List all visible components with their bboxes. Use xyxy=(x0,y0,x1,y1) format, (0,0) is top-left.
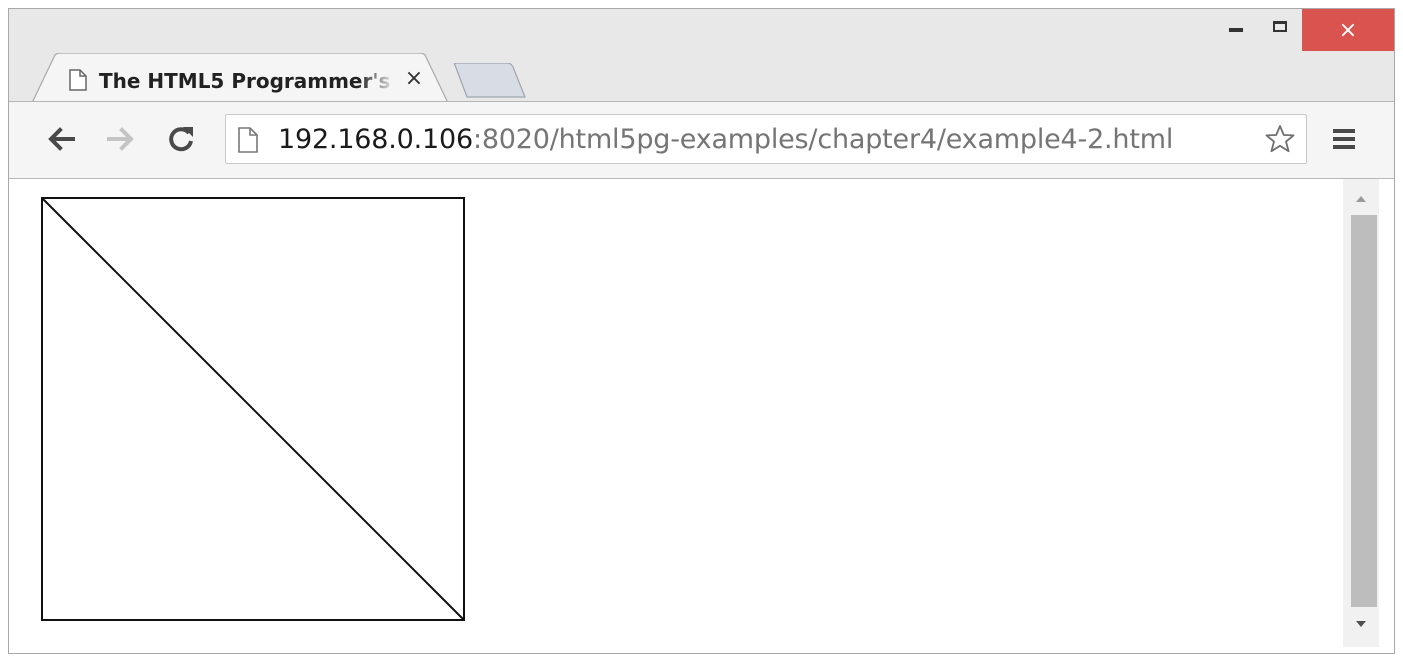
title-bar: The HTML5 Programmer's Guide × × xyxy=(9,9,1394,105)
new-tab-button[interactable] xyxy=(449,62,527,104)
forward-button[interactable] xyxy=(103,122,139,156)
url-text[interactable]: 192.168.0.106:8020/html5pg-examples/chap… xyxy=(278,125,1173,155)
back-arrow-icon xyxy=(48,127,75,151)
browser-tab[interactable]: The HTML5 Programmer's Guide × xyxy=(31,53,449,105)
toolbar: 192.168.0.106:8020/html5pg-examples/chap… xyxy=(9,101,1394,179)
hamburger-menu-icon[interactable] xyxy=(1331,126,1357,157)
page-icon xyxy=(238,127,258,158)
browser-window: The HTML5 Programmer's Guide × × xyxy=(8,8,1395,654)
close-icon: × xyxy=(1338,17,1358,43)
maximize-icon xyxy=(1273,20,1287,32)
tab-title: The HTML5 Programmer's Guide xyxy=(99,69,395,93)
star-icon[interactable] xyxy=(1264,124,1296,159)
reload-button[interactable] xyxy=(163,122,199,156)
forward-arrow-icon xyxy=(107,127,134,151)
url-host: 192.168.0.106 xyxy=(278,124,473,155)
minimize-icon xyxy=(1229,28,1243,32)
window-controls: × xyxy=(1214,9,1394,51)
canvas-drawing xyxy=(41,197,465,621)
address-bar[interactable]: 192.168.0.106:8020/html5pg-examples/chap… xyxy=(225,114,1307,164)
close-button[interactable]: × xyxy=(1302,9,1394,51)
reload-icon xyxy=(169,127,193,152)
scroll-up-arrow-icon[interactable] xyxy=(1355,195,1367,203)
page-content xyxy=(9,179,1394,653)
minimize-button[interactable] xyxy=(1214,9,1258,43)
vertical-scrollbar[interactable] xyxy=(1343,179,1379,647)
url-path: :8020/html5pg-examples/chapter4/example4… xyxy=(472,124,1174,155)
maximize-button[interactable] xyxy=(1258,9,1302,43)
tab-close-button[interactable]: × xyxy=(403,67,425,91)
scrollbar-thumb[interactable] xyxy=(1351,215,1377,607)
back-button[interactable] xyxy=(43,122,79,156)
scroll-down-arrow-icon[interactable] xyxy=(1355,620,1367,628)
